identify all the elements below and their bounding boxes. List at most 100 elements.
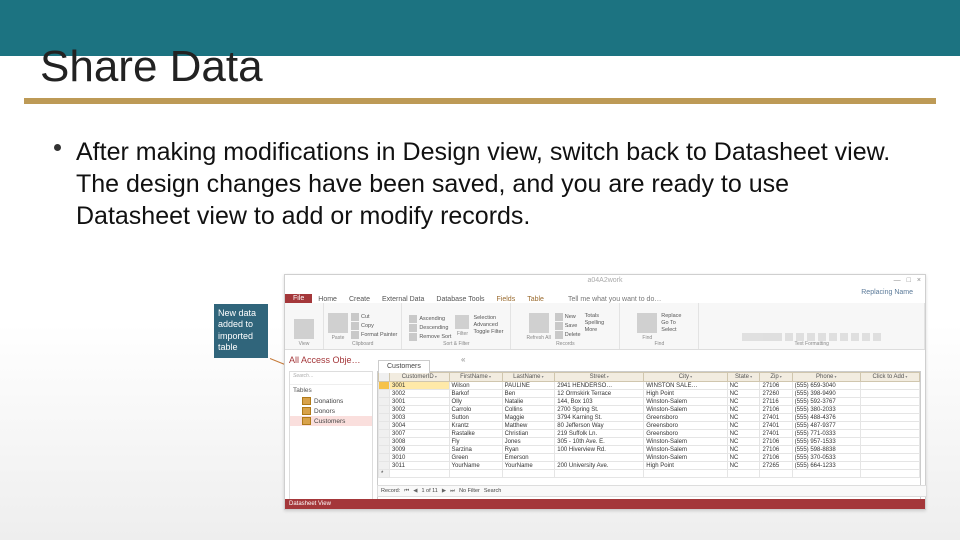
col-state[interactable]: State bbox=[727, 373, 760, 382]
object-tab-customers[interactable]: Customers bbox=[378, 360, 430, 373]
cell[interactable]: (555) 659-3040 bbox=[792, 382, 860, 390]
cell[interactable]: (555) 398-9490 bbox=[792, 390, 860, 398]
nav-table-customers[interactable]: Customers bbox=[290, 416, 372, 426]
cell[interactable]: YourName bbox=[502, 462, 555, 470]
advanced-filter-button[interactable]: Advanced bbox=[473, 322, 503, 328]
fill-color-icon[interactable] bbox=[862, 333, 870, 341]
row-selector-header[interactable] bbox=[379, 373, 390, 382]
cell[interactable]: Greensboro bbox=[644, 422, 727, 430]
cell[interactable]: 27401 bbox=[760, 422, 792, 430]
font-box-icon[interactable] bbox=[742, 333, 782, 341]
cell[interactable]: 27116 bbox=[760, 398, 792, 406]
cell[interactable]: 3001 bbox=[390, 382, 450, 390]
cell[interactable]: 200 University Ave. bbox=[555, 462, 644, 470]
tab-database-tools[interactable]: Database Tools bbox=[430, 296, 490, 303]
recnav-prev-button[interactable]: ◀ bbox=[413, 488, 417, 494]
save-record-button[interactable]: Save bbox=[555, 322, 581, 330]
cell[interactable]: NC bbox=[727, 454, 760, 462]
cell[interactable] bbox=[390, 470, 450, 478]
tab-table[interactable]: Table bbox=[521, 296, 550, 303]
row-selector-cell[interactable] bbox=[379, 422, 390, 430]
cell[interactable]: NC bbox=[727, 406, 760, 414]
tab-external-data[interactable]: External Data bbox=[376, 296, 430, 303]
table-row[interactable]: 3001WilsonPAULINE2941 HENDERSO…WINSTON S… bbox=[379, 382, 920, 390]
cut-button[interactable]: Cut bbox=[351, 313, 397, 321]
cell[interactable] bbox=[860, 430, 919, 438]
cell[interactable]: 3002 bbox=[390, 390, 450, 398]
close-button[interactable]: × bbox=[917, 277, 921, 284]
cell[interactable] bbox=[792, 470, 860, 478]
cell[interactable]: Krantz bbox=[449, 422, 502, 430]
cell[interactable]: 27401 bbox=[760, 430, 792, 438]
underline-icon[interactable] bbox=[818, 333, 826, 341]
cell[interactable]: (555) 487-9377 bbox=[792, 422, 860, 430]
cell[interactable]: Fly bbox=[449, 438, 502, 446]
cell[interactable]: 27106 bbox=[760, 382, 792, 390]
cell[interactable]: Jones bbox=[502, 438, 555, 446]
col-phone[interactable]: Phone bbox=[792, 373, 860, 382]
col-customerid[interactable]: CustomerID bbox=[390, 373, 450, 382]
cell[interactable]: 3003 bbox=[390, 414, 450, 422]
cell[interactable]: 2941 HENDERSO… bbox=[555, 382, 644, 390]
cell[interactable]: 305 - 10th Ave. E. bbox=[555, 438, 644, 446]
nav-collapse-button[interactable]: « bbox=[461, 355, 465, 364]
col-street[interactable]: Street bbox=[555, 373, 644, 382]
recnav-search[interactable]: Search bbox=[484, 488, 501, 494]
cell[interactable]: Matthew bbox=[502, 422, 555, 430]
cell[interactable]: Maggie bbox=[502, 414, 555, 422]
cell[interactable]: 3008 bbox=[390, 438, 450, 446]
cell[interactable]: (555) 370-0533 bbox=[792, 454, 860, 462]
maximize-button[interactable]: □ bbox=[907, 277, 911, 284]
cell[interactable]: Green bbox=[449, 454, 502, 462]
cell[interactable]: (555) 664-1233 bbox=[792, 462, 860, 470]
cell[interactable]: 3009 bbox=[390, 446, 450, 454]
cell[interactable]: Ryan bbox=[502, 446, 555, 454]
row-selector-cell[interactable] bbox=[379, 406, 390, 414]
recnav-position[interactable]: 1 of 11 bbox=[421, 488, 437, 494]
cell[interactable]: NC bbox=[727, 462, 760, 470]
cell[interactable]: Winston-Salem bbox=[644, 438, 727, 446]
nav-table-donations[interactable]: Donations bbox=[290, 396, 372, 406]
row-selector-cell[interactable] bbox=[379, 438, 390, 446]
tab-file[interactable]: File bbox=[285, 294, 312, 303]
format-painter-button[interactable]: Format Painter bbox=[351, 331, 397, 339]
tab-create[interactable]: Create bbox=[343, 296, 376, 303]
cell[interactable]: Natalie bbox=[502, 398, 555, 406]
cell[interactable]: 144, Box 103 bbox=[555, 398, 644, 406]
new-record-row[interactable]: * bbox=[379, 470, 920, 478]
row-selector-cell[interactable] bbox=[379, 446, 390, 454]
nav-search-input[interactable]: Search… bbox=[290, 372, 372, 385]
find-icon[interactable] bbox=[637, 313, 657, 333]
align-right-icon[interactable] bbox=[851, 333, 859, 341]
cell[interactable] bbox=[860, 398, 919, 406]
col-zip[interactable]: Zip bbox=[760, 373, 792, 382]
cell[interactable]: Collins bbox=[502, 406, 555, 414]
cell[interactable] bbox=[860, 382, 919, 390]
cell[interactable] bbox=[860, 454, 919, 462]
cell[interactable]: Winston-Salem bbox=[644, 406, 727, 414]
cell[interactable] bbox=[860, 462, 919, 470]
table-row[interactable]: 3001OllyNatalie144, Box 103Winston-Salem… bbox=[379, 398, 920, 406]
cell[interactable] bbox=[860, 438, 919, 446]
cell[interactable]: 27106 bbox=[760, 446, 792, 454]
cell[interactable]: 12 Ormskirk Terrace bbox=[555, 390, 644, 398]
cell[interactable]: Olly bbox=[449, 398, 502, 406]
cell[interactable] bbox=[502, 470, 555, 478]
cell[interactable]: Winston-Salem bbox=[644, 454, 727, 462]
spelling-button[interactable]: Spelling bbox=[585, 320, 605, 326]
row-selector-cell[interactable] bbox=[379, 462, 390, 470]
row-selector-cell[interactable] bbox=[379, 454, 390, 462]
bold-icon[interactable] bbox=[796, 333, 804, 341]
cell[interactable]: NC bbox=[727, 422, 760, 430]
cell[interactable]: NC bbox=[727, 398, 760, 406]
datasheet-table[interactable]: CustomerID FirstName LastName Street Cit… bbox=[378, 372, 920, 478]
col-city[interactable]: City bbox=[644, 373, 727, 382]
recnav-first-button[interactable]: ⏮ bbox=[404, 488, 409, 495]
cell[interactable]: 27106 bbox=[760, 454, 792, 462]
cell[interactable]: Winston-Salem bbox=[644, 446, 727, 454]
row-selector-cell[interactable] bbox=[379, 430, 390, 438]
new-record-button[interactable]: New bbox=[555, 313, 581, 321]
cell[interactable]: Greensboro bbox=[644, 414, 727, 422]
cell[interactable]: 3007 bbox=[390, 430, 450, 438]
tell-me-box[interactable]: Tell me what you want to do… bbox=[562, 296, 667, 303]
